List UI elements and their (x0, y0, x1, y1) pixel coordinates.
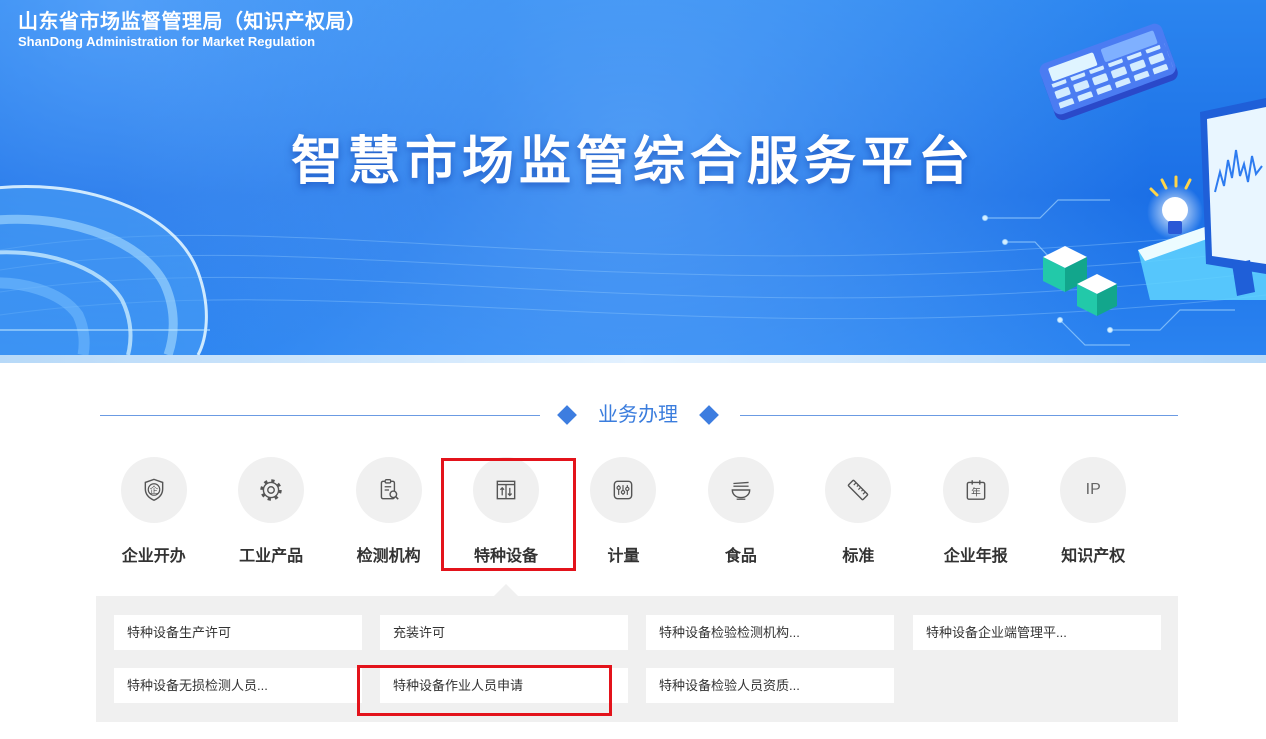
diamond-right-icon (699, 405, 719, 425)
service-category-row: 企 企业开办 工业产品 检测机构 特种设备 计量 食品 标准 年 企业年报 IP… (95, 457, 1152, 572)
section-divider-left (100, 415, 540, 416)
sub-item-production-license[interactable]: 特种设备生产许可 (114, 615, 362, 650)
banner-bottom-strip (0, 355, 1266, 363)
category-testing-institutions[interactable]: 检测机构 (330, 457, 447, 572)
platform-title: 智慧市场监管综合服务平台 (290, 133, 975, 191)
ruler-icon (848, 479, 869, 501)
category-icon-circle (238, 457, 305, 523)
category-standards[interactable]: 标准 (800, 457, 917, 572)
section-divider-right (740, 415, 1178, 416)
category-label: 企业年报 (943, 548, 1008, 565)
org-name-cn: 山东省市场监督管理局（知识产权局） (18, 11, 367, 33)
category-icon-circle (590, 457, 657, 523)
category-label: 企业开办 (121, 548, 186, 565)
category-icon-circle (355, 457, 422, 523)
category-intellectual-property[interactable]: IP 知识产权 (1035, 457, 1152, 572)
org-name-en: ShanDong Administration for Market Regul… (18, 34, 316, 49)
diamond-left-icon (557, 405, 577, 425)
sub-item-inspector-qualification[interactable]: 特种设备检验人员资质... (646, 668, 894, 703)
category-metrology[interactable]: 计量 (565, 457, 682, 572)
elevator-icon (496, 480, 516, 500)
category-icon-circle: 年 (942, 457, 1009, 523)
category-label: 计量 (607, 548, 640, 565)
category-label: 食品 (724, 548, 757, 565)
header-banner: 山东省市场监督管理局（知识产权局） ShanDong Administratio… (0, 0, 1266, 355)
category-label: 检测机构 (356, 548, 421, 565)
category-enterprise-setup[interactable]: 企 企业开办 (95, 457, 212, 572)
ip-icon: IP (1085, 481, 1101, 498)
category-icon-circle: 企 (120, 457, 187, 523)
gear-icon (260, 479, 282, 501)
sub-item-inspection-institution[interactable]: 特种设备检验检测机构... (646, 615, 894, 650)
category-food[interactable]: 食品 (682, 457, 799, 572)
sub-item-operator-application[interactable]: 特种设备作业人员申请 (380, 668, 628, 703)
enterprise-icon-text: 企 (149, 484, 158, 495)
category-icon-circle: IP (1060, 457, 1127, 523)
category-icon-circle (707, 457, 774, 523)
category-icon-circle (825, 457, 892, 523)
category-label: 工业产品 (239, 548, 304, 565)
section-title: 业务办理 (598, 404, 678, 426)
enterprise-shield-icon: 企 (144, 478, 164, 502)
sub-item-enterprise-platform[interactable]: 特种设备企业端管理平... (913, 615, 1161, 650)
inspection-clipboard-icon (380, 479, 399, 500)
category-icon-circle (473, 457, 540, 523)
sub-item-filling-license[interactable]: 充装许可 (380, 615, 628, 650)
sub-item-ndt-personnel[interactable]: 特种设备无损检测人员... (114, 668, 362, 703)
selection-pointer (494, 584, 518, 596)
meter-icon (614, 480, 633, 500)
sub-service-panel: 特种设备生产许可 充装许可 特种设备检验检测机构... 特种设备企业端管理平..… (96, 596, 1178, 722)
category-special-equipment[interactable]: 特种设备 (447, 457, 564, 572)
category-label: 知识产权 (1061, 548, 1126, 565)
calendar-icon-text: 年 (971, 485, 981, 498)
calendar-icon: 年 (966, 480, 986, 500)
category-label: 特种设备 (474, 548, 539, 565)
category-annual-report[interactable]: 年 企业年报 (917, 457, 1034, 572)
category-industrial-products[interactable]: 工业产品 (212, 457, 329, 572)
bowl-icon (731, 481, 751, 500)
category-label: 标准 (842, 548, 875, 565)
